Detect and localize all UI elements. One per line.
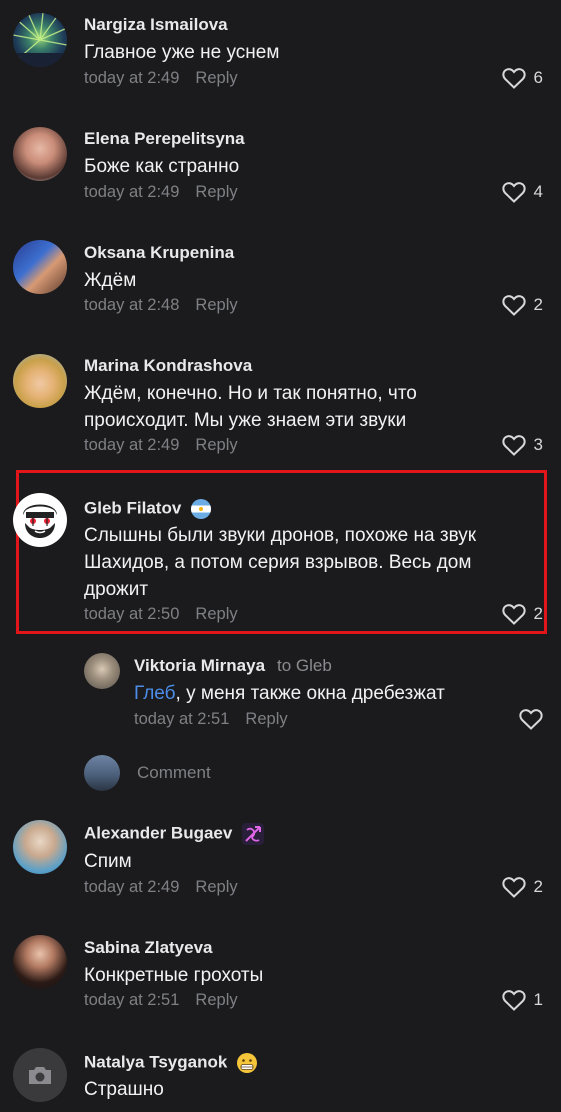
comment-text-line: дрожит: [84, 579, 149, 600]
author-name[interactable]: Sabina Zlatyeva: [84, 938, 213, 958]
author-name[interactable]: Marina Kondrashova: [84, 356, 252, 376]
comment-meta: today at 2:49 Reply: [84, 878, 238, 897]
comment-text: Боже как странно: [84, 156, 240, 177]
comment-text: Глеб, у меня также окна дребезжат: [134, 680, 521, 707]
reply-button[interactable]: Reply: [195, 183, 237, 201]
comment-meta: today at 2:51 Reply: [84, 991, 238, 1010]
like-count: 6: [533, 68, 543, 87]
heart-icon: [501, 990, 526, 1011]
avatar[interactable]: [13, 935, 67, 989]
reply-button[interactable]: Reply: [195, 605, 237, 623]
like-button[interactable]: 2: [501, 876, 543, 898]
comment-meta: today at 2:49 Reply: [84, 183, 238, 202]
comment-text-body: , у меня также окна дребезжат: [175, 683, 445, 704]
like-button[interactable]: 2: [501, 294, 543, 316]
avatar[interactable]: [13, 354, 67, 408]
heart-icon: [501, 68, 526, 89]
author-name[interactable]: Elena Perepelitsyna: [84, 129, 245, 149]
comment-text-line: происходит. Мы уже знаем эти звуки: [84, 410, 407, 431]
author-name[interactable]: Alexander Bugaev: [84, 822, 265, 846]
reply-button[interactable]: Reply: [195, 296, 237, 314]
avatar[interactable]: [13, 820, 67, 874]
like-count: 2: [533, 604, 543, 623]
heart-icon: [501, 604, 526, 625]
heart-icon: [519, 709, 543, 730]
author-name-text: Viktoria Mirnaya: [134, 656, 266, 675]
like-button[interactable]: 6: [501, 67, 543, 89]
comment-meta: today at 2:51 Reply: [134, 710, 288, 729]
comment-text-line: Слышны были звуки дронов, похоже на звук: [84, 525, 477, 546]
author-name[interactable]: Oksana Krupenina: [84, 243, 234, 263]
reply-button[interactable]: Reply: [195, 991, 237, 1009]
timestamp: today at 2:49: [84, 183, 180, 201]
comment-text: Ждём: [84, 270, 137, 291]
like-count: 4: [533, 182, 543, 201]
comment-text: Главное уже не уснем: [84, 42, 280, 63]
comment-text: Ждём, конечно. Но и так понятно, что про…: [84, 380, 521, 434]
reply-button[interactable]: Reply: [195, 436, 237, 454]
timestamp: today at 2:51: [84, 991, 180, 1009]
author-name-text: Gleb Filatov: [84, 498, 182, 518]
heart-icon: [501, 182, 526, 203]
like-button[interactable]: [519, 708, 543, 730]
like-button[interactable]: 2: [501, 603, 543, 625]
reply-button[interactable]: Reply: [245, 710, 287, 728]
author-name[interactable]: Nargiza Ismailova: [84, 15, 228, 35]
mention-link[interactable]: Глеб: [134, 683, 176, 704]
avatar[interactable]: [13, 493, 67, 547]
heart-icon: [501, 877, 526, 898]
heart-icon: [501, 295, 526, 316]
comment-text: Спим: [84, 851, 132, 872]
comment-text: Страшно: [84, 1079, 164, 1100]
reply-button[interactable]: Reply: [195, 878, 237, 896]
comment-meta: today at 2:48 Reply: [84, 296, 238, 315]
timestamp: today at 2:49: [84, 878, 180, 896]
comment-meta: today at 2:49 Reply: [84, 436, 238, 455]
comment-text-line: Шахидов, а потом серия взрывов. Весь дом: [84, 552, 472, 573]
author-name-text: Alexander Bugaev: [84, 823, 233, 843]
like-count: 2: [533, 295, 543, 314]
avatar[interactable]: [13, 127, 67, 181]
argentina-flag-icon: [191, 499, 212, 519]
author-name-text: Natalya Tsyganok: [84, 1052, 228, 1072]
timestamp: today at 2:49: [84, 69, 180, 87]
like-button[interactable]: 1: [501, 989, 543, 1011]
reply-to-label[interactable]: to Gleb: [277, 656, 332, 675]
avatar[interactable]: [13, 240, 67, 294]
comment-text: Конкретные грохоты: [84, 965, 264, 986]
author-name[interactable]: Gleb Filatov: [84, 498, 212, 520]
timestamp: today at 2:49: [84, 436, 180, 454]
comment-input[interactable]: Comment: [137, 763, 211, 783]
like-button[interactable]: 3: [501, 434, 543, 456]
like-count: 2: [533, 877, 543, 896]
avatar[interactable]: [13, 1048, 67, 1102]
like-count: 3: [533, 435, 543, 454]
timestamp: today at 2:48: [84, 296, 180, 314]
timestamp: today at 2:50: [84, 605, 180, 623]
timestamp: today at 2:51: [134, 710, 230, 728]
avatar[interactable]: [13, 13, 67, 67]
avatar[interactable]: [84, 653, 120, 689]
like-button[interactable]: 4: [501, 181, 543, 203]
heart-icon: [501, 435, 526, 456]
comment-text-line: Ждём, конечно. Но и так понятно, что: [84, 383, 417, 404]
like-count: 1: [533, 990, 543, 1009]
comment-text: Слышны были звуки дронов, похоже на звук…: [84, 522, 521, 603]
author-name[interactable]: Viktoria Mirnaya to Gleb: [134, 656, 332, 676]
grimacing-emoji-icon: [237, 1053, 258, 1073]
camera-icon: [29, 1067, 51, 1084]
comment-meta: today at 2:49 Reply: [84, 69, 238, 88]
reply-button[interactable]: Reply: [195, 69, 237, 87]
avatar: [84, 755, 120, 791]
comment-meta: today at 2:50 Reply: [84, 605, 238, 624]
bow-arrow-icon: [242, 823, 265, 845]
author-name[interactable]: Natalya Tsyganok: [84, 1052, 258, 1074]
